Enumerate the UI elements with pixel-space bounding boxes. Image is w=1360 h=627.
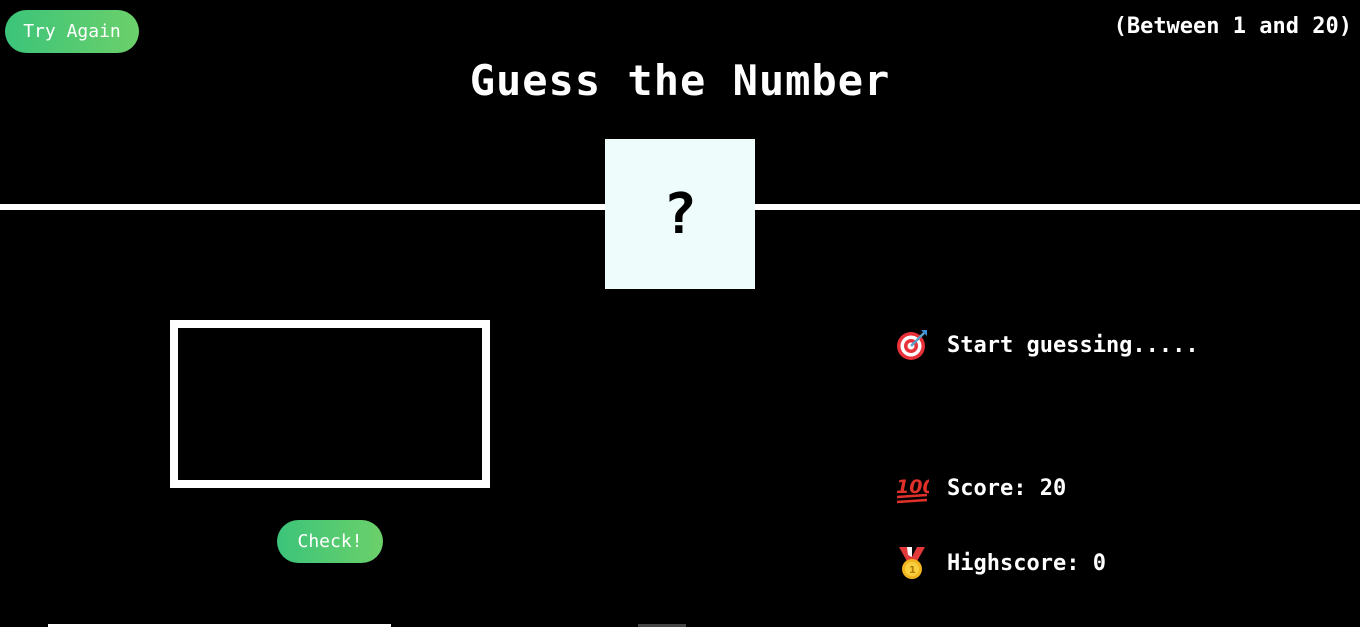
range-hint: (Between 1 and 20) xyxy=(1113,14,1352,39)
page-title: Guess the Number xyxy=(469,56,891,105)
message-text: Start guessing..... xyxy=(947,332,1199,358)
svg-text:1: 1 xyxy=(909,565,916,576)
target-icon xyxy=(895,328,929,362)
highscore-text: Highscore: 0 xyxy=(947,550,1106,576)
highscore-row: 1 Highscore: 0 xyxy=(895,546,1106,580)
score-text: Score: 20 xyxy=(947,475,1067,501)
message-row: Start guessing..... xyxy=(895,328,1199,362)
secret-number-box: ? xyxy=(605,139,755,289)
medal-icon: 1 xyxy=(895,546,929,580)
try-again-button[interactable]: Try Again xyxy=(5,10,139,53)
game-page: Try Again (Between 1 and 20) Guess the N… xyxy=(0,0,1360,627)
hundred-points-icon: 100 xyxy=(895,471,936,505)
guess-input[interactable] xyxy=(170,320,490,488)
check-button[interactable]: Check! xyxy=(277,520,383,563)
secret-number: ? xyxy=(663,181,697,247)
score-row: 100 Score: 20 xyxy=(895,471,1066,505)
